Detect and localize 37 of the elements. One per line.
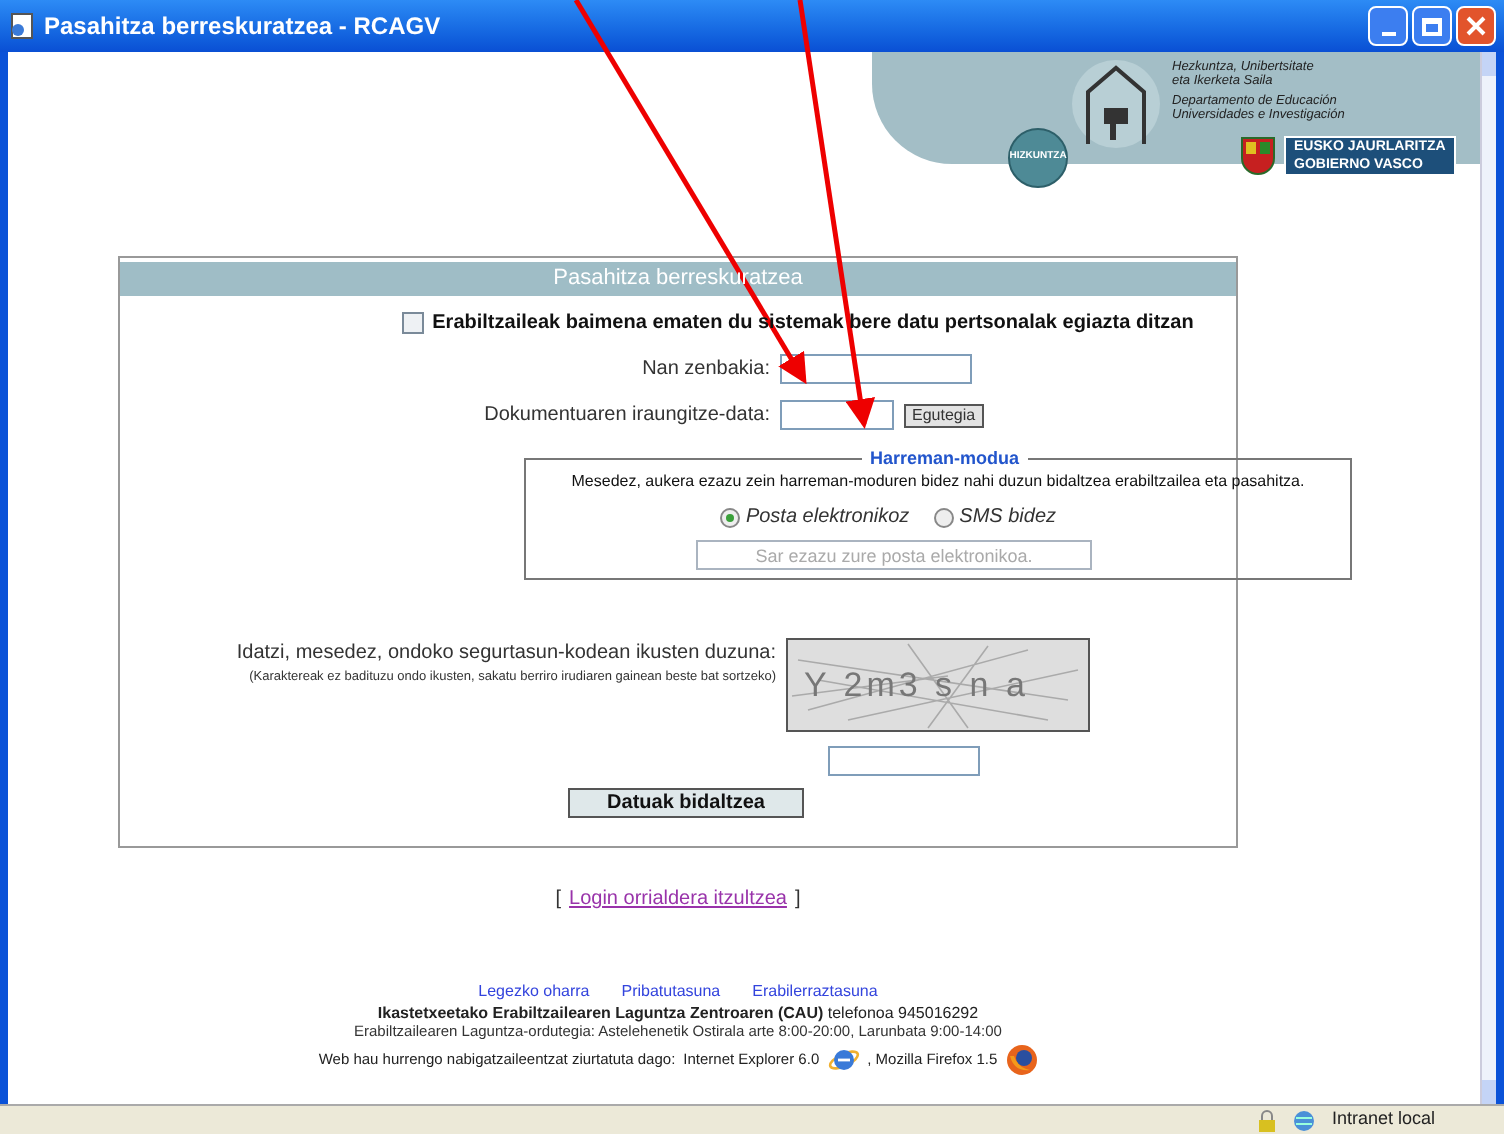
captcha-field[interactable] [827, 746, 979, 776]
email-field[interactable]: Sar ezazu zure posta elektronikoa. [696, 540, 1092, 570]
contact-line: Ikastetxeetako Erabiltzailearen Laguntza Zentroaren (CAU) telefonoa 945016292 [377, 1004, 979, 1022]
maximize-button[interactable] [1412, 6, 1452, 46]
captcha-code: Y 2m3 s n a [804, 663, 1029, 708]
window-title: Pasahitza berreskuratzea - RCAGV [44, 10, 441, 44]
coat-of-arms-icon [1240, 136, 1276, 176]
submit-button[interactable]: Datuak bidaltzea [568, 788, 804, 818]
consent-checkbox[interactable] [402, 312, 425, 334]
contact-prompt: Mesedez, aukera ezazu zein harreman-moduren bidez nahi duzun bidaltzea erabiltzailea eta pasahitza. [571, 470, 1305, 494]
close-icon [1466, 16, 1486, 36]
padlock-icon [1258, 1109, 1276, 1131]
bracket: [ [555, 886, 562, 914]
bracket: ] [794, 886, 801, 914]
globe-e-icon [827, 1044, 860, 1076]
scroll-bar[interactable] [1480, 52, 1496, 1104]
text-field[interactable] [780, 354, 972, 384]
close-button[interactable] [1456, 6, 1496, 46]
security-zone-label: Intranet local [1332, 1106, 1438, 1133]
captcha-label: Idatzi, mesedez, ondoko segurtasun-kodean ikusten duzuna: [236, 640, 776, 668]
minimize-button[interactable] [1368, 6, 1408, 46]
date-field[interactable] [780, 400, 894, 430]
back-to-login-link[interactable]: Login orrialdera itzultzea [569, 884, 787, 914]
page-icon [8, 12, 36, 40]
calendar-button[interactable]: Egutegia [904, 403, 984, 427]
radio-button[interactable] [719, 507, 740, 527]
fox-globe-icon [1005, 1044, 1038, 1076]
field-label: Dokumentuaren iraungitze-data: [484, 402, 772, 430]
radio-label: SMS bidez [959, 504, 1057, 532]
house-emblem-icon [1072, 56, 1160, 152]
field-label: Nan zenbakia: [642, 356, 772, 384]
radio-label: Posta elektronikoz [745, 504, 910, 532]
footer-link[interactable]: Erabilerraztasuna [752, 980, 878, 1004]
radio-button[interactable] [933, 507, 954, 527]
globe-icon [1292, 1109, 1316, 1131]
footer-link[interactable]: Legezko oharra [478, 980, 590, 1004]
footer-link[interactable]: Pribatutasuna [621, 980, 721, 1004]
